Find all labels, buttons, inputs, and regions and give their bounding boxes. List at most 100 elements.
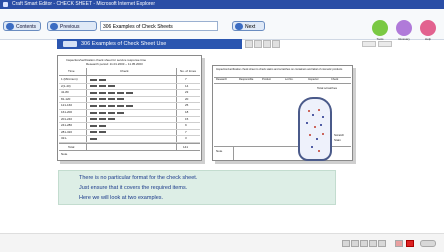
divider [59, 108, 200, 110]
tally-mark [108, 98, 115, 101]
divider [214, 77, 351, 78]
stop-button[interactable] [395, 240, 403, 247]
previous-label: Previous [60, 24, 80, 30]
defect-mark [320, 124, 322, 126]
glossary-label: Glossary [398, 37, 410, 41]
view-button[interactable] [378, 41, 392, 47]
tally-mark [117, 111, 124, 114]
tally-mark [99, 78, 106, 81]
legend-scratch: Scratch [334, 133, 345, 137]
header-cell: Lot No. [285, 78, 294, 81]
row-count: 23 [185, 90, 189, 95]
tally-mark [90, 124, 97, 127]
row-time: 41-80 [61, 90, 69, 95]
divider [59, 102, 200, 104]
window-title-bar: Craft Smart Editor - CHECK SHEET - Micro… [0, 0, 444, 9]
row-count: 20 [185, 96, 189, 101]
contents-button[interactable]: Contents [3, 21, 41, 31]
header-cell: Inspector [308, 78, 319, 81]
defect-mark [309, 134, 311, 136]
play-button[interactable] [360, 240, 368, 247]
total-label: Total [68, 145, 75, 149]
row-count: 7 [185, 77, 187, 81]
row-time: 321- [61, 136, 68, 141]
help-label: Help [424, 37, 432, 41]
defect-mark [322, 133, 324, 135]
browser-icon [3, 2, 8, 7]
header-cell: Responsible [239, 78, 254, 81]
section-icon [63, 41, 77, 47]
defect-mark [318, 150, 320, 152]
tally-mark [108, 91, 115, 94]
row-count: 14 [185, 83, 189, 88]
tally-mark [90, 104, 97, 107]
row-count: 9 [185, 123, 187, 128]
divider [59, 82, 200, 84]
tally-mark [90, 118, 97, 121]
tally-mark [117, 91, 124, 94]
step-indicator[interactable] [245, 40, 253, 48]
next-arrow-icon [235, 23, 243, 30]
tally-mark [90, 91, 97, 94]
col-count-header: No. of times [180, 69, 197, 73]
tally-mark [90, 137, 97, 140]
row-time: 2(1-40) [61, 83, 71, 88]
tools-icon[interactable] [372, 20, 388, 36]
tally-mark [99, 98, 106, 101]
row-count: 18 [185, 110, 189, 114]
row-count: 7 [185, 129, 187, 134]
last-page-button[interactable] [378, 240, 386, 247]
tally-mark [108, 118, 115, 121]
step-indicator[interactable] [254, 40, 262, 48]
col-check-header: Check [120, 69, 129, 73]
divider [59, 115, 200, 117]
previous-button[interactable]: Previous [47, 21, 97, 31]
section-title: 306 Examples of Check Sheet Use [81, 41, 167, 47]
defect-mark [318, 109, 320, 111]
service-time-check-sheet: Inspection/verification check sheet for … [57, 55, 202, 161]
defect-mark [314, 126, 316, 128]
breadcrumb: 306 Examples of Check Sheets [100, 21, 218, 31]
row-count: 15 [185, 116, 189, 121]
toolbar: Contents Previous 306 Examples of Check … [0, 9, 444, 41]
contents-arrow-icon [6, 23, 14, 30]
message-line: Just ensure that it covers the required … [79, 185, 188, 191]
sheet-title: Inspection/verification check sheet to c… [216, 68, 343, 71]
divider [59, 128, 200, 130]
divider [59, 143, 200, 144]
row-time: 281-320 [61, 129, 73, 134]
first-page-button[interactable] [342, 240, 350, 247]
window-title: Craft Smart Editor - CHECK SHEET - Micro… [12, 1, 156, 7]
col-time-header: Time [68, 69, 75, 73]
tally-mark [90, 85, 97, 88]
audio-button[interactable] [420, 240, 436, 247]
help-icon[interactable] [420, 20, 436, 36]
forward-button[interactable] [369, 240, 377, 247]
row-time: 241-280 [61, 123, 73, 128]
step-indicator[interactable] [272, 40, 280, 48]
zoom-button[interactable] [362, 41, 376, 47]
playback-bar [0, 233, 444, 252]
defect-mark [316, 138, 318, 140]
legend-stain: Stain [334, 138, 341, 142]
tally-mark [99, 118, 106, 121]
record-button[interactable] [406, 240, 414, 247]
tally-mark [90, 111, 97, 114]
row-time: 121-160 [61, 103, 73, 108]
tally-mark [99, 131, 106, 134]
divider [59, 95, 200, 97]
tally-mark [117, 98, 124, 101]
glossary-icon[interactable] [396, 20, 412, 36]
step-indicator[interactable] [263, 40, 271, 48]
row-count: 3 [185, 136, 187, 141]
next-button[interactable]: Next [232, 21, 265, 31]
previous-arrow-icon [50, 23, 58, 30]
tally-mark [117, 104, 124, 107]
tally-mark [99, 91, 106, 94]
divider [59, 89, 200, 91]
row-time: 161-200 [61, 110, 73, 114]
product-container-diagram [298, 97, 332, 161]
tally-mark [108, 85, 115, 88]
section-title-bar: 306 Examples of Check Sheet Use [57, 39, 242, 49]
rewind-button[interactable] [351, 240, 359, 247]
